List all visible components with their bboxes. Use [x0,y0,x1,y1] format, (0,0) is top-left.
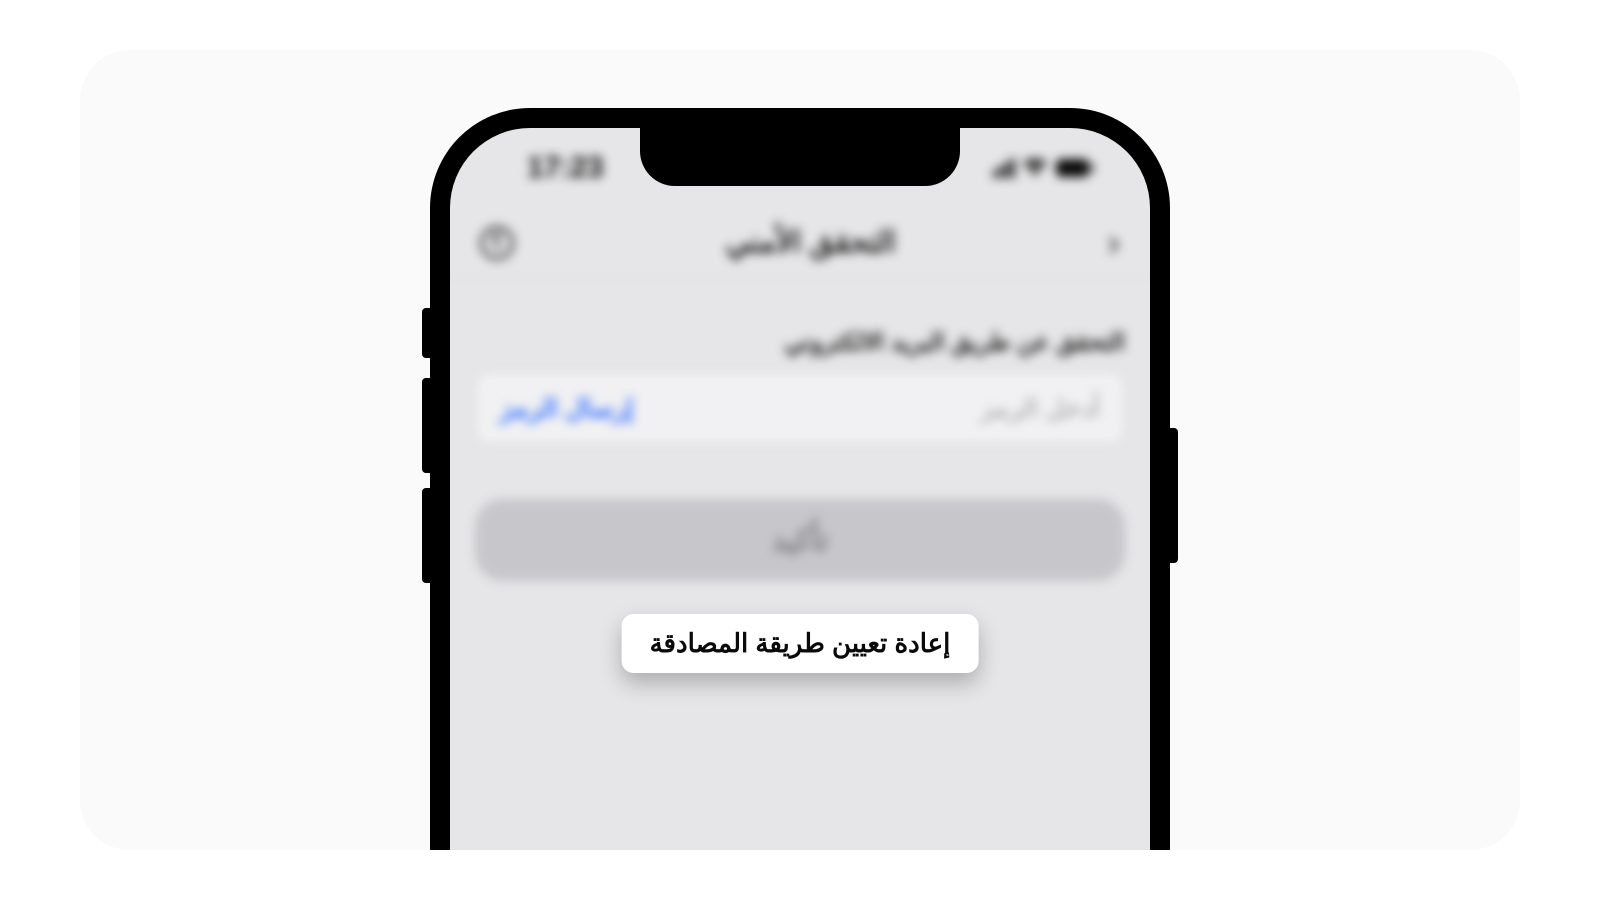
status-time: 17:23 [527,151,604,185]
reset-auth-button[interactable]: إعادة تعيين طريقة المصادقة [622,614,979,673]
status-icons [993,158,1095,178]
outer-card: 17:23 ؟ [80,50,1520,850]
confirm-button[interactable]: تأكيد [475,499,1125,581]
back-chevron-icon[interactable]: › [1107,224,1120,262]
phone-side-button [422,488,434,583]
page-title: التحقق الأمني [726,225,896,260]
blurred-background: 17:23 ؟ [450,128,1150,850]
code-input[interactable]: أدخل الرمز [980,393,1100,424]
phone-side-button [422,378,434,473]
send-code-button[interactable]: إرسال الرمز [500,393,633,424]
content-area: التحقق عن طريق البريد الالكتروني إرسال ا… [450,298,1150,611]
phone-frame: 17:23 ؟ [430,108,1170,850]
phone-side-button [422,308,434,358]
phone-screen: 17:23 ؟ [450,128,1150,850]
phone-side-button [1166,428,1178,563]
code-input-row: إرسال الرمز أدخل الرمز [475,372,1125,444]
nav-bar: ؟ التحقق الأمني › [450,208,1150,278]
wifi-icon [1022,158,1048,178]
cellular-icon [993,158,1015,178]
phone-notch [640,128,960,186]
battery-icon [1055,158,1095,178]
help-icon[interactable]: ؟ [480,226,514,260]
email-verify-label: التحقق عن طريق البريد الالكتروني [475,328,1125,357]
